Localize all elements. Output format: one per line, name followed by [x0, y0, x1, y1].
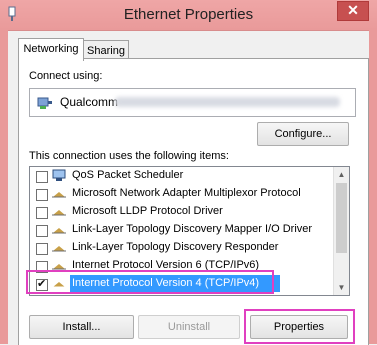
item-label: Link-Layer Topology Discovery Responder [72, 241, 279, 253]
items-label: This connection uses the following items… [29, 150, 229, 162]
connect-using-label: Connect using: [29, 70, 103, 82]
scroll-down-icon[interactable]: ▼ [334, 280, 349, 295]
protocol-icon [52, 210, 66, 216]
window-title: Ethernet Properties [123, 6, 254, 23]
protocol-icon [52, 228, 66, 234]
window-border-left [0, 30, 8, 344]
list-item[interactable]: Link-Layer Topology Discovery Responder [30, 239, 333, 258]
list-scrollbar[interactable]: ▲ ▼ [333, 167, 349, 295]
configure-button[interactable]: Configure... [257, 122, 349, 146]
adapter-display: Qualcomm [29, 88, 356, 117]
network-adapter-icon [37, 97, 52, 109]
title-bar: Ethernet Properties ✕ [0, 0, 377, 31]
item-label: Microsoft Network Adapter Multiplexor Pr… [72, 187, 301, 199]
protocol-icon [52, 264, 66, 270]
install-button[interactable]: Install... [29, 315, 134, 339]
protocol-icon [52, 246, 66, 252]
window-border-right [369, 30, 377, 344]
item-label: Microsoft LLDP Protocol Driver [72, 205, 223, 217]
scroll-up-icon[interactable]: ▲ [334, 167, 349, 182]
item-checkbox[interactable] [36, 171, 48, 183]
tab-networking[interactable]: Networking [18, 38, 84, 61]
item-label: QoS Packet Scheduler [72, 169, 184, 181]
item-checkbox[interactable] [36, 243, 48, 255]
list-item[interactable]: Link-Layer Topology Discovery Mapper I/O… [30, 221, 333, 240]
item-checkbox[interactable] [36, 225, 48, 237]
protocol-icon [52, 192, 66, 198]
redacted-adapter-model [115, 97, 340, 107]
list-item[interactable]: QoS Packet Scheduler [30, 167, 333, 186]
close-button[interactable]: ✕ [337, 1, 369, 21]
uninstall-button: Uninstall [138, 315, 240, 339]
annotation-highlight-ipv4 [26, 270, 274, 294]
network-service-icon [52, 169, 66, 181]
scrollbar-thumb[interactable] [336, 183, 347, 253]
adapter-name: Qualcomm [60, 95, 119, 109]
item-label: Link-Layer Topology Discovery Mapper I/O… [72, 223, 313, 235]
list-item[interactable]: Microsoft Network Adapter Multiplexor Pr… [30, 185, 333, 204]
item-checkbox[interactable] [36, 207, 48, 219]
item-checkbox[interactable] [36, 189, 48, 201]
annotation-highlight-properties [244, 309, 355, 344]
list-item[interactable]: Microsoft LLDP Protocol Driver [30, 203, 333, 222]
